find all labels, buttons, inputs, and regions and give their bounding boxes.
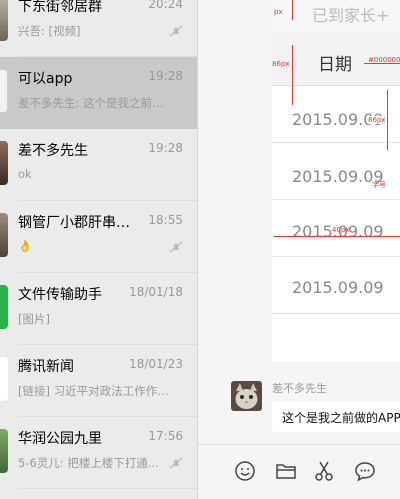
image-header-text: 已到家长+ [312,6,390,25]
input-toolbar [198,444,400,499]
image-date: 2015.09.09 [292,278,384,297]
measure-label: 86px [368,116,386,124]
sender-avatar[interactable] [231,381,262,411]
measure-label: 86px [272,60,290,68]
file-transfer-avatar [0,285,8,329]
conversation-preview: [链接] 习近平对政法工作作出... [18,384,173,398]
measure-label: 字号 [372,181,386,189]
conversation-name: 文件传输助手 [18,287,102,303]
folder-icon[interactable] [274,459,298,483]
conversation-time: 18/01/23 [129,357,183,371]
avatar [0,69,8,113]
conversation-name: 钢管厂小郡肝串串... [18,215,138,231]
conversation-time: 19:28 [148,141,183,155]
measure-label: 40px [332,226,350,234]
conversation-item[interactable]: 下东街邻居群 20:24 兴吾: [视频] [0,0,197,57]
conversation-item[interactable]: 可以app 19:28 差不多先生: 这个是我之前做的... [0,57,197,129]
conversation-list: 下东街邻居群 20:24 兴吾: [视频] 可以app 19:28 差不多先生:… [0,0,197,499]
avatar [0,213,8,257]
conversation-item[interactable]: 钢管厂小郡肝串串... 18:55 👌 [0,201,197,273]
measure-line [274,236,400,237]
message-bubble[interactable]: 这个是我之前做的APP [272,401,400,432]
measure-line [292,45,293,105]
conversation-item[interactable]: 腾讯新闻 18/01/23 [链接] 习近平对政法工作作出... [0,345,197,417]
conversation-preview: 5-6灵儿: 把楼上楼下打通... [18,456,159,470]
message-text: 这个是我之前做的APP [282,411,400,425]
tencent-news-avatar [0,357,8,401]
mute-icon [169,241,183,253]
mute-icon [169,25,183,37]
conversation-preview: 差不多先生: 这个是我之前做的... [18,96,173,110]
shared-image[interactable]: 已到家长+ 日期 2015.09.09 2015.09.09 2015.09.0… [272,0,400,362]
conversation-name: 下东街邻居群 [18,0,102,15]
measure-line [292,0,293,20]
conversation-time: 19:28 [148,69,183,83]
conversation-time: 18:55 [148,213,183,227]
conversation-preview: 兴吾: [视频] [18,24,81,38]
image-date: 2015.09.09 [292,167,384,186]
mute-icon [169,457,183,469]
chat-bubble-icon[interactable] [353,459,377,483]
conversation-name: 腾讯新闻 [18,359,74,375]
emoji-icon[interactable] [233,459,257,483]
conversation-name: 可以app [18,71,73,87]
conversation-time: 18/01/18 [129,285,183,299]
avatar [0,429,8,473]
conversation-preview: [图片] [18,312,50,326]
image-column-title: 日期 [318,55,352,75]
conversation-time: 17:56 [148,429,183,443]
conversation-preview: ok [18,167,32,181]
chat-pane: 已到家长+ 日期 2015.09.09 2015.09.09 2015.09.0… [198,0,400,499]
conversation-preview: 👌 [18,239,33,253]
scissors-icon[interactable] [312,459,336,483]
measure-label: #000000 [368,56,400,64]
avatar [0,0,8,41]
avatar [0,141,8,185]
conversation-item[interactable]: 华润公园九里 17:56 5-6灵儿: 把楼上楼下打通... [0,417,197,489]
conversation-time: 20:24 [148,0,183,11]
message-sender: 差不多先生 [272,382,327,395]
conversation-name: 华润公园九里 [18,431,102,447]
measure-label: px [274,8,283,16]
conversation-item[interactable]: 差不多先生 19:28 ok [0,129,197,201]
conversation-name: 差不多先生 [18,143,88,159]
conversation-item[interactable]: 文件传输助手 18/01/18 [图片] [0,273,197,345]
measure-line [387,90,388,150]
